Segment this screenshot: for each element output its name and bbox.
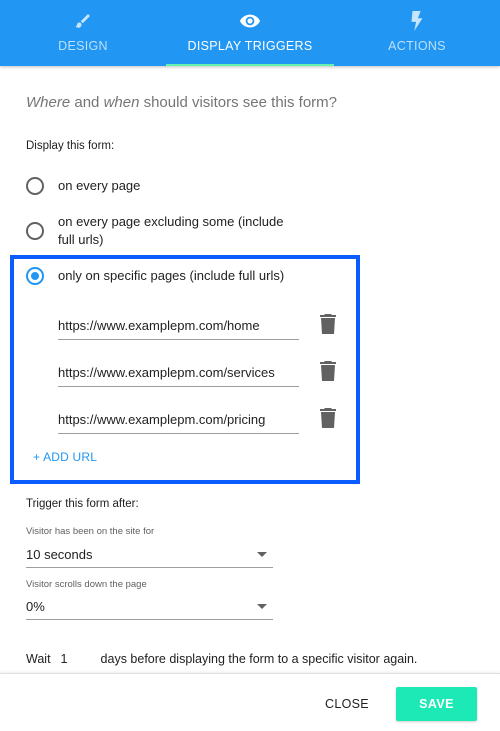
time-on-site-select[interactable]: 10 seconds xyxy=(26,542,273,568)
radio-button[interactable] xyxy=(26,177,44,195)
trigger-section-label: Trigger this form after: xyxy=(26,498,139,510)
wait-prefix: Wait xyxy=(26,652,51,666)
radio-label: on every page xyxy=(58,178,141,193)
tab-display-triggers[interactable]: DISPLAY TRIGGERS xyxy=(166,0,334,66)
scroll-label: Visitor scrolls down the page xyxy=(26,579,147,590)
radio-label: on every page excluding some (include fu… xyxy=(58,214,284,247)
display-triggers-panel: Where and when should visitors see this … xyxy=(0,66,500,673)
tab-design-label: DESIGN xyxy=(58,39,108,53)
add-url-button[interactable]: + ADD URL xyxy=(33,450,97,464)
lightning-icon xyxy=(406,9,428,33)
radio-specific-pages[interactable]: only on specific pages (include full url… xyxy=(26,267,318,285)
eye-icon xyxy=(239,9,261,33)
brush-icon xyxy=(72,9,94,33)
wait-days-input[interactable]: 1 xyxy=(61,652,101,666)
url-field[interactable]: https://www.examplepm.com/services xyxy=(58,355,299,387)
radio-every-page-excluding[interactable]: on every page excluding some (include fu… xyxy=(26,213,298,249)
tab-actions-label: ACTIONS xyxy=(388,39,446,53)
time-on-site-value: 10 seconds xyxy=(26,547,93,562)
url-field[interactable]: https://www.examplepm.com/home xyxy=(58,308,299,340)
question-where: Where xyxy=(26,94,71,111)
tab-design[interactable]: DESIGN xyxy=(0,0,166,66)
save-button[interactable]: SAVE xyxy=(396,687,477,721)
display-section-label: Display this form: xyxy=(26,140,115,152)
question-and: and xyxy=(70,94,104,111)
question-when: when xyxy=(103,94,140,111)
url-field[interactable]: https://www.examplepm.com/pricing xyxy=(58,402,299,434)
trash-icon[interactable] xyxy=(320,408,336,428)
tab-display-triggers-label: DISPLAY TRIGGERS xyxy=(187,39,313,53)
radio-every-page[interactable]: on every page xyxy=(26,177,298,195)
wait-suffix: days before displaying the form to a spe… xyxy=(100,652,418,666)
trash-icon[interactable] xyxy=(320,361,336,381)
question-rest: should visitors see this form? xyxy=(139,94,337,111)
close-button[interactable]: CLOSE xyxy=(313,688,381,720)
dropdown-arrow-icon xyxy=(257,604,267,609)
page-question: Where and when should visitors see this … xyxy=(26,94,337,111)
radio-button[interactable] xyxy=(26,222,44,240)
dropdown-arrow-icon xyxy=(257,552,267,557)
wait-row: Wait 1 days before displaying the form t… xyxy=(26,652,417,666)
trash-icon[interactable] xyxy=(320,314,336,334)
radio-label: only on specific pages (include full url… xyxy=(58,268,285,283)
time-on-site-label: Visitor has been on the site for xyxy=(26,526,155,537)
tab-bar: DESIGN DISPLAY TRIGGERS ACTIONS xyxy=(0,0,500,66)
scroll-select[interactable]: 0% xyxy=(26,594,273,620)
dialog-footer: CLOSE SAVE xyxy=(0,673,500,731)
scroll-value: 0% xyxy=(26,599,45,614)
radio-button-checked[interactable] xyxy=(26,267,44,285)
tab-actions[interactable]: ACTIONS xyxy=(334,0,500,66)
